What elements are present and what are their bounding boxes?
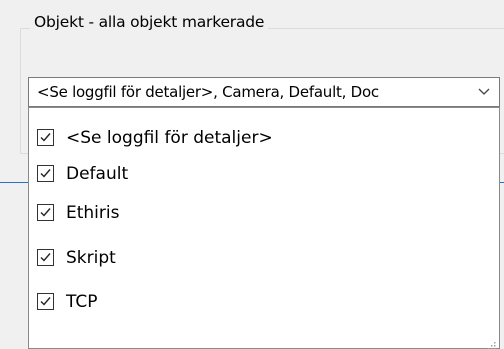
checkmark-icon: [40, 297, 51, 306]
list-item-label: Ethiris: [66, 203, 120, 223]
resize-grip-icon[interactable]: [486, 335, 496, 349]
checkbox[interactable]: [37, 129, 54, 146]
checkmark-icon: [40, 133, 51, 142]
object-combobox[interactable]: <Se loggfil för detaljer>, Camera, Defau…: [28, 77, 500, 107]
list-item[interactable]: <Se loggfil för detaljer>: [34, 124, 484, 152]
object-dropdown-list: <Se loggfil för detaljer> Default Ethiri…: [28, 107, 500, 349]
checkbox[interactable]: [37, 165, 54, 182]
checkbox[interactable]: [37, 204, 54, 221]
checkmark-icon: [40, 253, 51, 262]
list-item-label: Skript: [66, 248, 116, 268]
list-item-label: <Se loggfil för detaljer>: [66, 128, 273, 148]
list-item-label: Default: [66, 164, 129, 184]
list-item[interactable]: Default: [34, 160, 484, 188]
chevron-down-icon[interactable]: [474, 83, 494, 101]
checkbox[interactable]: [37, 249, 54, 266]
list-item[interactable]: Ethiris: [34, 199, 484, 227]
object-filter-panel: Objekt - alla objekt markerade <Se loggf…: [0, 0, 504, 349]
checkbox[interactable]: [37, 293, 54, 310]
combobox-value: <Se loggfil för detaljer>, Camera, Defau…: [37, 83, 379, 101]
checkmark-icon: [40, 169, 51, 178]
list-item[interactable]: Skript: [34, 244, 484, 272]
list-item-label: TCP: [66, 292, 98, 312]
checkmark-icon: [40, 208, 51, 217]
list-item[interactable]: TCP: [34, 288, 484, 316]
group-box-title: Objekt - alla objekt markerade: [30, 10, 269, 34]
